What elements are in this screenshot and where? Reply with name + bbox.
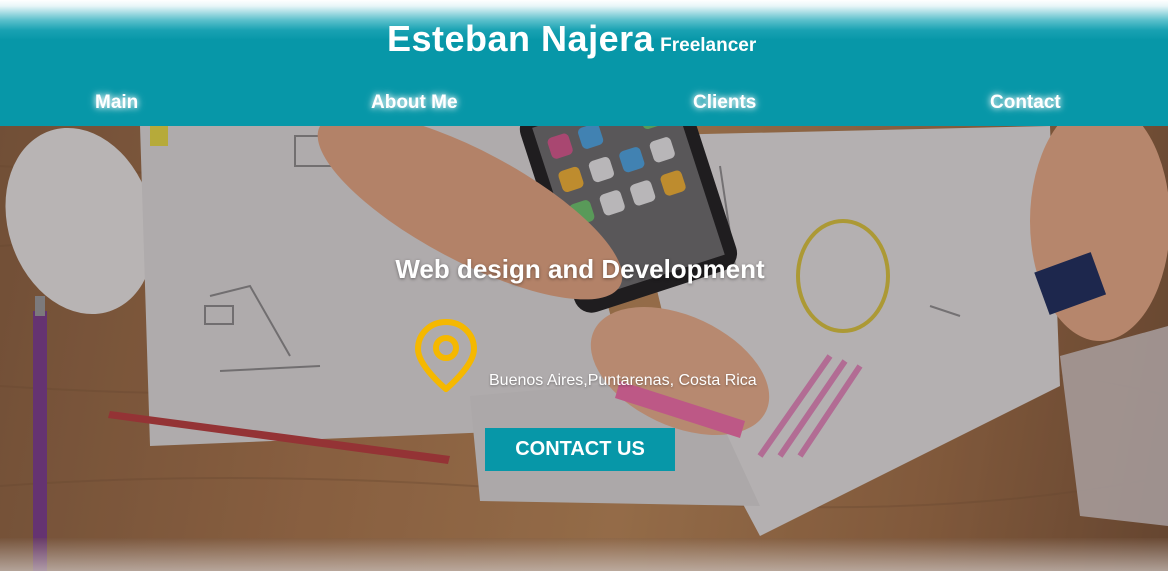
brand: Esteban Najera Freelancer <box>387 18 756 60</box>
contact-us-button[interactable]: CONTACT US <box>485 428 675 471</box>
brand-name: Esteban Najera <box>387 18 655 59</box>
site-header: Esteban Najera Freelancer Main About Me C… <box>0 0 1168 126</box>
page: Esteban Najera Freelancer Main About Me C… <box>0 0 1168 571</box>
section-divider <box>0 538 1168 571</box>
nav-item-clients[interactable]: Clients <box>693 92 756 114</box>
nav-item-contact[interactable]: Contact <box>990 92 1061 114</box>
location: Buenos Aires,Puntarenas, Costa Rica <box>413 318 757 399</box>
hero-section: Web design and Development Buenos Aires,… <box>0 126 1168 571</box>
brand-tagline: Freelancer <box>660 35 757 56</box>
map-pin-icon <box>413 318 479 399</box>
hero-title: Web design and Development <box>395 254 765 284</box>
nav-item-main[interactable]: Main <box>95 92 138 114</box>
location-text: Buenos Aires,Puntarenas, Costa Rica <box>489 371 757 389</box>
nav-item-about-me[interactable]: About Me <box>371 92 458 114</box>
